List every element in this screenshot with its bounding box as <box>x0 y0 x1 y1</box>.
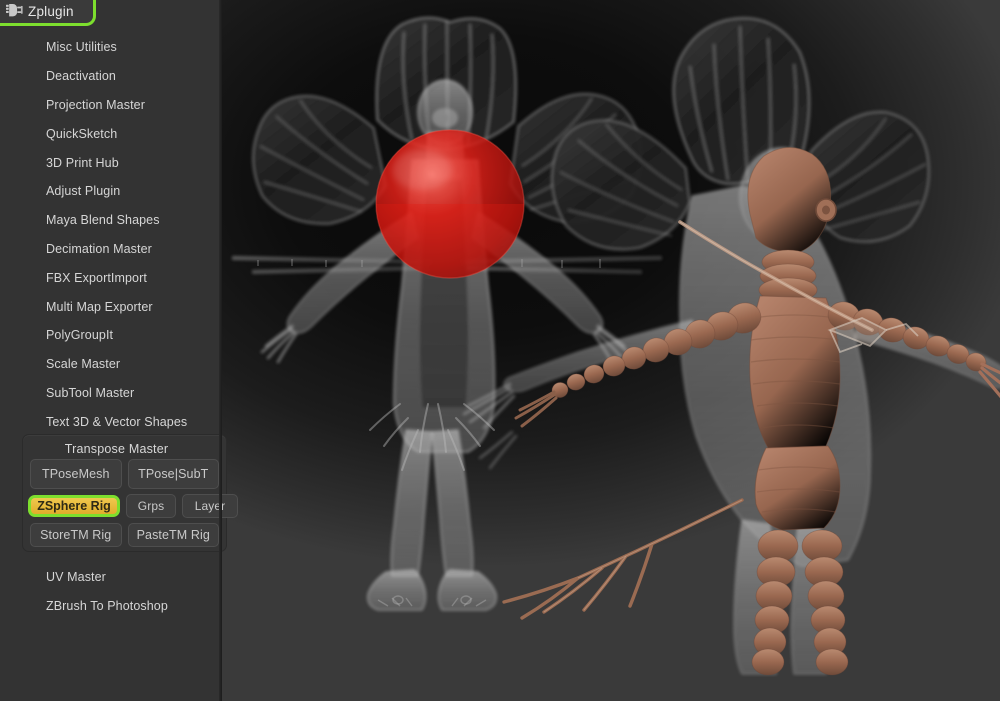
plug-icon <box>6 3 23 17</box>
transpose-master-row-1: TPoseMesh TPose|SubT <box>26 459 223 489</box>
menu-item-projection-master[interactable]: Projection Master <box>0 91 222 120</box>
ghost-creature-front <box>231 16 663 611</box>
viewport-render <box>231 16 1000 676</box>
sidebar-right-edge <box>219 0 222 701</box>
menu-item-fbx-exportimport[interactable]: FBX ExportImport <box>0 263 222 292</box>
layer-button[interactable]: Layer <box>182 494 238 518</box>
menu-item-multi-map-exporter[interactable]: Multi Map Exporter <box>0 292 222 321</box>
menu-item-misc-utilities[interactable]: Misc Utilities <box>0 33 222 62</box>
transpose-master-panel: Transpose Master TPoseMesh TPose|SubT ZS… <box>22 434 238 552</box>
menu-item-decimation-master[interactable]: Decimation Master <box>0 235 222 264</box>
menu-item-text-3d-vector-shapes[interactable]: Text 3D & Vector Shapes <box>0 407 222 436</box>
red-selection-sphere <box>375 129 525 279</box>
menu-item-deactivation[interactable]: Deactivation <box>0 62 222 91</box>
menu-item-polygroupit[interactable]: PolyGroupIt <box>0 321 222 350</box>
menu-item-3d-print-hub[interactable]: 3D Print Hub <box>0 148 222 177</box>
transpose-master-row-2: ZSphere Rig Grps Layer <box>26 493 238 519</box>
transpose-master-row-3: StoreTM Rig PasteTM Rig <box>26 523 223 547</box>
zbrush-window: Zplugin Misc Utilities Deactivation Proj… <box>0 0 1000 701</box>
zplugin-palette-header[interactable]: Zplugin <box>0 0 96 26</box>
transpose-master-title[interactable]: Transpose Master <box>26 438 223 459</box>
pastetm-rig-button[interactable]: PasteTM Rig <box>127 523 219 547</box>
storetm-rig-button[interactable]: StoreTM Rig <box>30 523 122 547</box>
grps-button[interactable]: Grps <box>126 494 176 518</box>
menu-item-subtool-master[interactable]: SubTool Master <box>0 379 222 408</box>
zplugin-menu-list: Misc Utilities Deactivation Projection M… <box>0 33 222 436</box>
menu-item-uv-master[interactable]: UV Master <box>0 563 222 592</box>
zplugin-palette-sidebar: Zplugin Misc Utilities Deactivation Proj… <box>0 0 238 701</box>
menu-item-quicksketch[interactable]: QuickSketch <box>0 119 222 148</box>
zplugin-menu-list-bottom: UV Master ZBrush To Photoshop <box>0 563 222 621</box>
menu-item-scale-master[interactable]: Scale Master <box>0 350 222 379</box>
menu-item-maya-blend-shapes[interactable]: Maya Blend Shapes <box>0 206 222 235</box>
menu-item-zbrush-to-photoshop[interactable]: ZBrush To Photoshop <box>0 592 222 621</box>
tposemesh-button[interactable]: TPoseMesh <box>30 459 122 489</box>
menu-item-adjust-plugin[interactable]: Adjust Plugin <box>0 177 222 206</box>
palette-title: Zplugin <box>28 3 74 19</box>
tpose-subt-button[interactable]: TPose|SubT <box>127 459 219 489</box>
zsphere-rig-button[interactable]: ZSphere Rig <box>28 495 120 517</box>
3d-viewport[interactable] <box>222 0 1000 701</box>
